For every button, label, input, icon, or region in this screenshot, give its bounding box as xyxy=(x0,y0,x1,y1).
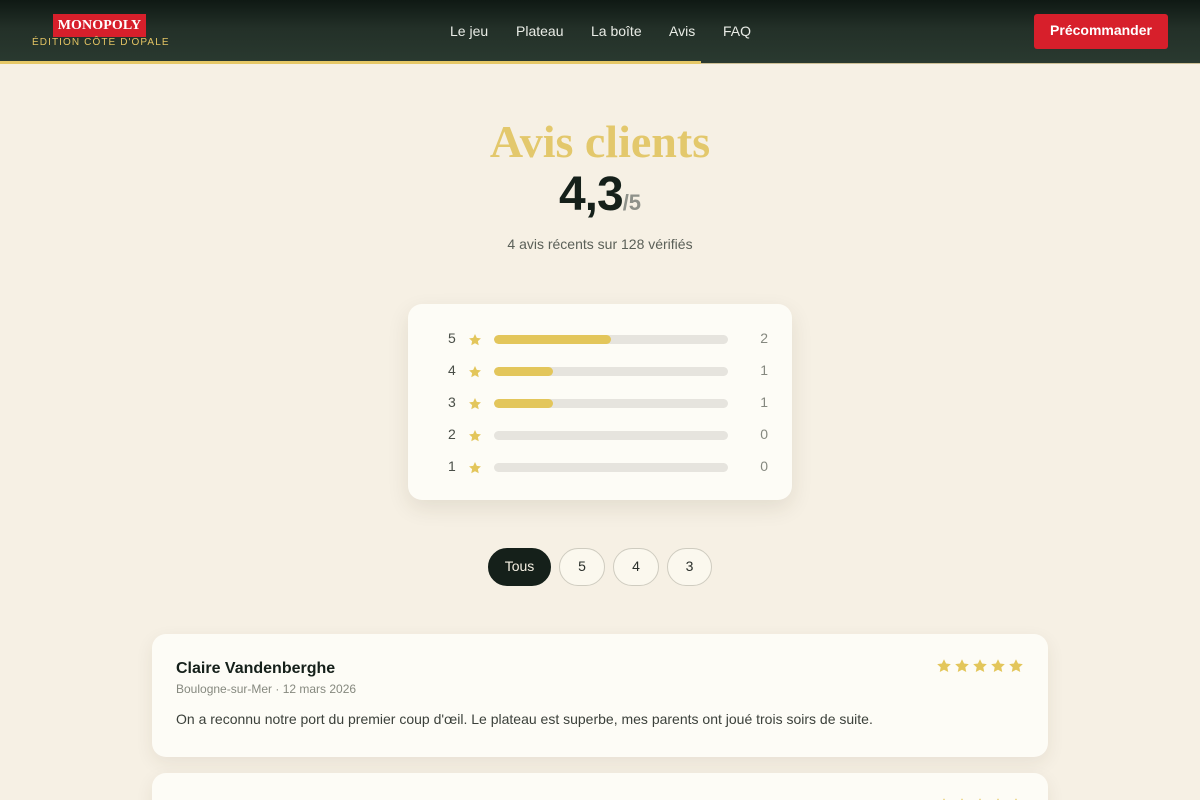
distribution-star-level: 1 xyxy=(448,458,456,474)
distribution-bar-fill xyxy=(494,399,553,408)
review-card xyxy=(152,773,1048,800)
average-score: 4,3/5 xyxy=(0,170,1200,231)
score-max: /5 xyxy=(622,190,642,215)
distribution-bar-track xyxy=(494,367,728,376)
distribution-count: 2 xyxy=(760,330,768,346)
scroll-progress-bar xyxy=(0,61,701,64)
star-icon xyxy=(468,397,482,411)
review-meta: Boulogne-sur-Mer · 12 mars 2026 xyxy=(176,682,357,696)
distribution-star-level: 3 xyxy=(448,394,456,410)
distribution-bar-fill xyxy=(494,367,553,376)
distribution-row-3[interactable]: 31 xyxy=(408,394,792,412)
preorder-button[interactable]: Précommander xyxy=(1034,14,1168,49)
filter-chip-5[interactable]: 5 xyxy=(559,548,605,586)
star-icon xyxy=(468,429,482,443)
distribution-star-level: 4 xyxy=(448,362,456,378)
distribution-row-2[interactable]: 20 xyxy=(408,426,792,444)
top-navigation-bar: MONOPOLY ÉDITION CÔTE D'OPALE Le jeu Pla… xyxy=(0,0,1200,64)
review-rating-stars xyxy=(936,658,1026,674)
star-icon xyxy=(991,659,1005,673)
distribution-star-level: 2 xyxy=(448,426,456,442)
distribution-count: 1 xyxy=(760,394,768,410)
score-value: 4,3 xyxy=(558,168,624,221)
star-icon xyxy=(468,365,482,379)
nav-link-plateau[interactable]: Plateau xyxy=(516,22,563,40)
star-icon xyxy=(468,333,482,347)
nav-link-faq[interactable]: FAQ xyxy=(723,22,751,40)
review-card: Claire Vandenberghe Boulogne-sur-Mer · 1… xyxy=(152,634,1048,757)
distribution-row-5[interactable]: 52 xyxy=(408,330,792,348)
star-icon xyxy=(468,461,482,475)
distribution-row-1[interactable]: 10 xyxy=(408,458,792,476)
distribution-count: 0 xyxy=(760,458,768,474)
distribution-bar-track xyxy=(494,335,728,344)
rating-distribution-card: 5241312010 xyxy=(408,304,792,500)
distribution-count: 1 xyxy=(760,362,768,378)
review-text: On a reconnu notre port du premier coup … xyxy=(176,711,873,727)
filter-chip-4[interactable]: 4 xyxy=(613,548,659,586)
star-icon xyxy=(973,659,987,673)
reviews-title: Avis clients xyxy=(489,116,711,167)
header-divider xyxy=(701,63,1200,64)
filter-chip-all[interactable]: Tous xyxy=(488,548,551,586)
monopoly-logo: MONOPOLY xyxy=(53,14,146,37)
distribution-count: 0 xyxy=(760,426,768,442)
reviewer-name: Claire Vandenberghe xyxy=(176,660,336,677)
distribution-star-level: 5 xyxy=(448,330,456,346)
star-icon xyxy=(955,659,969,673)
star-icon xyxy=(1009,659,1023,673)
distribution-bar-track xyxy=(494,463,728,472)
distribution-bar-fill xyxy=(494,335,611,344)
filter-chip-3[interactable]: 3 xyxy=(667,548,712,586)
distribution-bar-track xyxy=(494,431,728,440)
star-icon xyxy=(937,659,951,673)
edition-subtitle: ÉDITION CÔTE D'OPALE xyxy=(32,37,170,48)
distribution-bar-track xyxy=(494,399,728,408)
reviews-summary: 4 avis récents sur 128 vérifiés xyxy=(507,236,693,252)
nav-link-la-boite[interactable]: La boîte xyxy=(591,22,642,40)
distribution-row-4[interactable]: 41 xyxy=(408,362,792,380)
nav-link-le-jeu[interactable]: Le jeu xyxy=(450,22,488,40)
nav-link-avis[interactable]: Avis xyxy=(669,22,695,40)
